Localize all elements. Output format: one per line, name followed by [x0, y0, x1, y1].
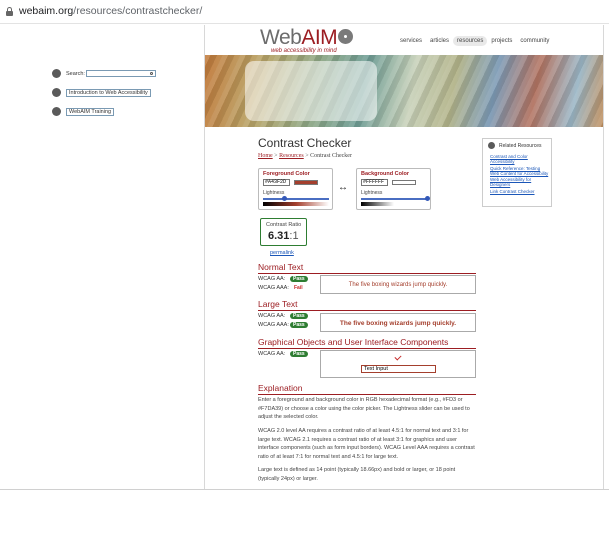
foreground-lightness-label: Lightness — [263, 190, 285, 196]
large-text-divider — [258, 310, 476, 311]
related-link[interactable]: Quick Reference: Testing Web Content for… — [490, 166, 550, 177]
normal-aaa-status-badge: Fail — [294, 285, 303, 291]
graphical-heading: Graphical Objects and User Interface Com… — [258, 337, 449, 347]
hero-banner — [205, 55, 603, 127]
training-row: WebAIM Training — [52, 107, 115, 116]
gear-logo-icon — [338, 29, 353, 44]
intro-row: Introduction to Web Accessibility — [52, 88, 151, 97]
graphical-aa-row: WCAG AA: Pass — [258, 351, 308, 357]
intro-link[interactable]: Introduction to Web Accessibility — [66, 88, 151, 97]
large-aaa-row: WCAG AAA: Pass — [258, 322, 308, 328]
breadcrumb-current: Contrast Checker — [310, 153, 352, 159]
related-link[interactable]: Contrast and Color Accessibility — [490, 154, 550, 165]
magnifier-icon[interactable] — [149, 72, 153, 75]
breadcrumb-resources[interactable]: Resources — [279, 153, 304, 159]
foreground-lightness-gradient — [263, 202, 329, 206]
explanation-paragraph-1: Enter a foreground and background color … — [258, 397, 470, 420]
nav-services[interactable]: services — [396, 36, 426, 46]
foreground-heading: Foreground Color — [263, 171, 310, 177]
page-title: Contrast Checker — [258, 136, 352, 150]
large-text-heading: Large Text — [258, 299, 298, 309]
resources-icon — [488, 142, 495, 149]
background-lightness-label: Lightness — [361, 190, 383, 196]
graphical-aa-status-badge: Pass — [290, 351, 308, 357]
webaim-logo[interactable]: WebAIM web accessibility in mind — [260, 27, 338, 55]
explanation-paragraph-3: Large text is defined as 14 point (typic… — [258, 467, 456, 482]
large-aa-status-badge: Pass — [290, 313, 308, 319]
large-aa-row: WCAG AA: Pass — [258, 313, 308, 319]
search-input[interactable] — [85, 70, 156, 77]
breadcrumb: Home > Resources > Contrast Checker — [258, 153, 352, 159]
nav-articles[interactable]: articles — [426, 36, 453, 46]
normal-text-sample: The five boxing wizards jump quickly. — [320, 275, 476, 294]
logo-tagline: web accessibility in mind — [271, 48, 337, 54]
address-bar[interactable]: webaim.org/resources/contrastchecker/ — [0, 0, 609, 24]
search-label: Search: — [66, 70, 85, 77]
hero-panel — [245, 61, 377, 121]
url-text[interactable]: webaim.org/resources/contrastchecker/ — [19, 5, 202, 17]
graphical-divider — [258, 348, 476, 349]
search-icon — [52, 69, 61, 78]
contrast-ratio-label: Contrast Ratio — [266, 222, 302, 228]
sample-text-input[interactable]: Text Input — [361, 365, 436, 373]
normal-aa-row: WCAG AA: Pass — [258, 276, 308, 282]
nav-community[interactable]: community — [516, 36, 553, 46]
related-link[interactable]: Link Contrast Checker — [490, 189, 550, 194]
foreground-lightness-track[interactable] — [263, 198, 329, 200]
permalink-link[interactable]: permalink — [270, 250, 294, 256]
normal-text-heading: Normal Text — [258, 262, 304, 272]
large-aaa-status-badge: Pass — [290, 322, 308, 328]
explanation-heading: Explanation — [258, 383, 303, 393]
nav-projects[interactable]: projects — [487, 36, 516, 46]
viewport-bottom-edge — [0, 489, 609, 490]
normal-text-divider — [258, 273, 476, 274]
breadcrumb-home[interactable]: Home — [258, 153, 273, 159]
nav-resources[interactable]: resources — [453, 36, 488, 46]
background-hex-input[interactable]: #FFFFFF — [361, 179, 388, 186]
normal-aa-status-badge: Pass — [290, 276, 308, 282]
main-nav: services articles resources projects com… — [396, 36, 553, 46]
background-lightness-gradient — [361, 202, 427, 206]
foreground-color-picker[interactable] — [294, 180, 318, 185]
related-resources-heading: Related Resources — [488, 142, 542, 149]
background-lightness-slider[interactable] — [424, 196, 430, 201]
normal-aaa-row: WCAG AAA: Fail — [258, 285, 306, 291]
background-color-picker[interactable] — [392, 180, 416, 185]
contrast-ratio-box: Contrast Ratio 6.31:1 — [260, 218, 307, 246]
foreground-lightness-slider[interactable] — [282, 196, 288, 201]
background-lightness-track[interactable] — [361, 198, 427, 200]
training-link[interactable]: WebAIM Training — [66, 107, 115, 116]
foreground-hex-input[interactable]: #A43F2D — [263, 179, 290, 186]
background-color-box: Background Color #FFFFFF Lightness — [356, 168, 431, 210]
contrast-ratio-value: 6.31:1 — [268, 230, 299, 242]
large-text-sample: The five boxing wizards jump quickly. — [320, 313, 476, 332]
training-icon — [52, 107, 61, 116]
lightbulb-icon — [52, 88, 61, 97]
related-resources-box: Related Resources Contrast and Color Acc… — [482, 138, 552, 207]
search-row: Search: — [52, 69, 156, 78]
swap-colors-button[interactable]: ↔ — [338, 182, 348, 193]
page-frame-right — [603, 25, 604, 490]
explanation-divider — [258, 394, 476, 395]
explanation-paragraph-2: WCAG 2.0 level AA requires a contrast ra… — [258, 428, 475, 460]
lock-icon — [6, 7, 13, 16]
related-resources-list: Contrast and Color Accessibility Quick R… — [490, 154, 550, 195]
foreground-color-box: Foreground Color #A43F2D Lightness — [258, 168, 333, 210]
background-heading: Background Color — [361, 171, 409, 177]
related-link[interactable]: Web Accessibility for Designers — [490, 177, 550, 188]
